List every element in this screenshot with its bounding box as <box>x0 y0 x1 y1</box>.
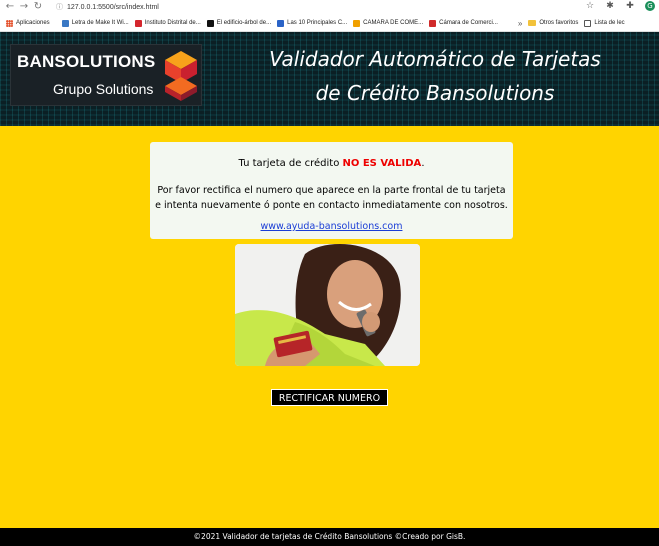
status-badge: NO ES VALIDA <box>342 158 422 169</box>
toolbar-icons: ☆ ✱ ✚ G <box>585 1 655 11</box>
more-bookmarks-icon[interactable]: » <box>518 19 522 28</box>
address-row: ← → ↻ ⓘ 127.0.0.1:5500/src/index.html ☆ ✱… <box>0 0 659 14</box>
bookmark-item[interactable]: El edificio-árbol de... <box>206 19 272 27</box>
bookmark-item[interactable]: Las 10 Principales C... <box>277 19 348 27</box>
bookmark-label: Cámara de Comerci... <box>439 20 498 26</box>
page-favicon-icon <box>206 19 214 27</box>
back-icon[interactable]: ← <box>4 1 16 13</box>
forward-icon[interactable]: → <box>18 1 30 13</box>
bookmark-label: Instituto Distrital de... <box>144 20 201 26</box>
bookmark-item[interactable]: Instituto Distrital de... <box>134 19 201 27</box>
page-favicon-icon <box>353 19 361 27</box>
title-line-2: de Crédito Bansolutions <box>315 81 555 105</box>
profile-avatar[interactable]: G <box>645 1 655 11</box>
reading-list[interactable]: Lista de lec <box>584 19 625 27</box>
instructions-text: Por favor rectifica el numero que aparec… <box>150 183 513 213</box>
browser-chrome: ← → ↻ ⓘ 127.0.0.1:5500/src/index.html ☆ ✱… <box>0 0 659 32</box>
page-favicon-icon <box>429 19 437 27</box>
site-header: BANSOLUTIONS Grupo Solutions Validador A… <box>0 32 659 126</box>
brand-subtitle: Grupo Solutions <box>53 81 154 97</box>
brand-name: BANSOLUTIONS <box>17 52 156 71</box>
address-bar[interactable]: ⓘ 127.0.0.1:5500/src/index.html <box>56 2 159 12</box>
validation-message-card: Tu tarjeta de crédito NO ES VALIDA. Por … <box>150 142 513 239</box>
status-prefix: Tu tarjeta de crédito <box>238 158 343 169</box>
customer-phone-photo <box>235 244 420 366</box>
reload-icon[interactable]: ↻ <box>32 1 44 13</box>
other-bookmarks-label: Otros favoritos <box>539 20 579 26</box>
other-bookmarks[interactable]: Otros favoritos <box>528 20 578 26</box>
page-favicon-icon <box>277 19 285 27</box>
folder-icon <box>528 20 537 26</box>
url-text: 127.0.0.1:5500/src/index.html <box>67 4 159 11</box>
bookmark-label: CAMARA DE COME... <box>363 20 424 26</box>
star-icon[interactable]: ☆ <box>585 1 595 11</box>
bookmark-label: Aplicaciones <box>16 20 50 26</box>
apps-grid-icon <box>6 19 13 27</box>
instructions-line-2: e intenta nuevamente ó ponte en contacto… <box>155 200 508 211</box>
bookmark-item[interactable]: CAMARA DE COME... <box>353 19 424 27</box>
bookmark-item[interactable]: Cámara de Comerci... <box>429 19 498 27</box>
page-favicon-icon <box>134 19 142 27</box>
title-line-1: Validador Automático de Tarjetas <box>269 47 601 71</box>
settings-icon[interactable]: ✱ <box>605 1 615 11</box>
bookmark-label: Las 10 Principales C... <box>287 20 348 26</box>
brand-logo: BANSOLUTIONS Grupo Solutions <box>10 44 202 106</box>
bookmark-item[interactable]: Letra de Make It Wi... <box>61 19 129 27</box>
rectify-number-button[interactable]: RECTIFICAR NUMERO <box>271 389 388 406</box>
validation-status-line: Tu tarjeta de crédito NO ES VALIDA. <box>150 158 513 169</box>
status-suffix: . <box>421 158 425 169</box>
page-footer: ©2021 Validador de tarjetas de Crédito B… <box>0 528 659 546</box>
reading-list-label: Lista de lec <box>594 20 625 26</box>
bookmarks-bar: Aplicaciones Letra de Make It Wi... Inst… <box>0 15 659 31</box>
extensions-icon[interactable]: ✚ <box>625 1 635 11</box>
page-title: Validador Automático de Tarjetas de Créd… <box>215 42 655 110</box>
info-icon[interactable]: ⓘ <box>56 4 63 11</box>
reading-list-icon <box>584 19 592 27</box>
logo-cube-icon <box>165 51 197 101</box>
bookmark-label: El edificio-árbol de... <box>216 20 272 26</box>
help-link[interactable]: www.ayuda-bansolutions.com <box>150 221 513 232</box>
woman-phone-card-image <box>235 244 420 366</box>
bookmark-label: Letra de Make It Wi... <box>71 20 129 26</box>
bookmark-apps[interactable]: Aplicaciones <box>6 19 50 27</box>
page-favicon-icon <box>61 19 69 27</box>
instructions-line-1: Por favor rectifica el numero que aparec… <box>157 185 506 196</box>
